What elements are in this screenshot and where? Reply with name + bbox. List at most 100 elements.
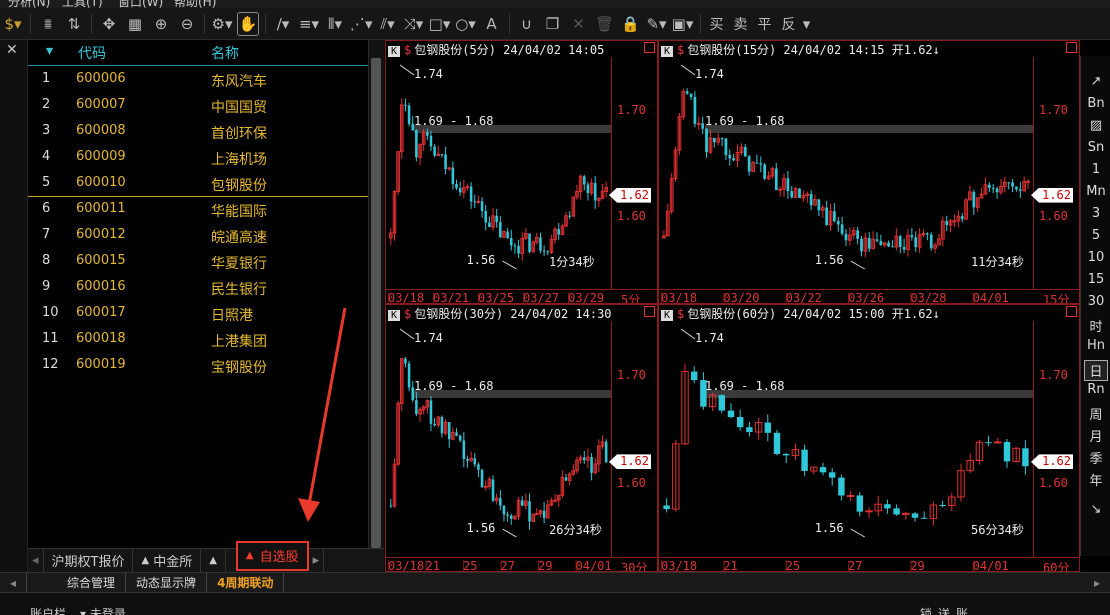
currency-dropdown[interactable]: $ ▾ — [2, 12, 24, 36]
code-column-header[interactable]: 代码 — [78, 43, 106, 65]
save-icon[interactable]: ▣▾ — [672, 12, 694, 36]
period-2[interactable]: 1 — [1081, 162, 1110, 177]
tab-next-icon[interactable]: ▸ — [309, 548, 325, 573]
period-5[interactable]: 5 — [1081, 228, 1110, 243]
range-label: 1.69 - 1.68 — [705, 114, 785, 129]
maximize-icon[interactable] — [644, 306, 655, 317]
circle-tool-icon[interactable]: ○▾ — [455, 12, 477, 36]
tab-more[interactable]: ▲ — [201, 548, 226, 573]
period-7[interactable]: 15 — [1081, 272, 1110, 287]
sort-arrow-icon[interactable]: ▾ — [46, 43, 53, 65]
name-column-header[interactable]: 名称 — [211, 43, 239, 65]
tab-dynamic-board[interactable]: 动态显示牌 — [126, 572, 208, 593]
sell-button[interactable]: 卖 — [731, 12, 751, 36]
more-dropdown-icon[interactable]: ▾ — [803, 12, 811, 36]
magnet-icon[interactable]: ∪ — [516, 12, 538, 36]
list-item[interactable]: 7 600012 皖通高速 — [28, 222, 368, 248]
tab-watchlist[interactable]: ▲ 自选股 — [235, 540, 309, 571]
period-15[interactable]: 季 — [1081, 448, 1110, 467]
stock-name: 日照港 — [211, 308, 253, 324]
account-bar-label[interactable]: 账户栏 — [30, 605, 66, 615]
bottom-tab-prev-icon[interactable]: ◂ — [0, 572, 28, 593]
left-strip: ✕ — [0, 40, 28, 572]
list-item[interactable]: 1 600006 东风汽车 — [28, 66, 368, 92]
list-item[interactable]: 5 600010 包钢股份 — [28, 170, 368, 196]
list-item[interactable]: 9 600016 民生银行 — [28, 274, 368, 300]
zoom-in-icon[interactable]: ⊕ — [150, 12, 172, 36]
menu-tools[interactable]: 工具(T) — [62, 0, 103, 8]
settings-icon[interactable]: ⚙▾ — [211, 12, 233, 36]
list-item[interactable]: 8 600015 华夏银行 — [28, 248, 368, 274]
delete-icon[interactable]: ✕ — [568, 12, 590, 36]
period-3[interactable]: Mn — [1081, 184, 1110, 199]
move-icon[interactable]: ✥ — [98, 12, 120, 36]
rect-tool-icon[interactable]: □▾ — [429, 12, 451, 36]
period-1[interactable]: Sn — [1081, 140, 1110, 155]
period-10[interactable]: Hn — [1081, 338, 1110, 353]
cross-tool-icon[interactable]: ⤨▾ — [403, 12, 425, 36]
period-9[interactable]: 时 — [1081, 316, 1110, 335]
close-panel-icon[interactable]: ✕ — [6, 42, 18, 58]
grid-icon[interactable]: ▦ — [124, 12, 146, 36]
more-periods-icon[interactable]: ↘ — [1081, 502, 1110, 517]
filter-icon[interactable]: ⩩ — [37, 12, 59, 36]
period-16[interactable]: 年 — [1081, 470, 1110, 489]
buy-button[interactable]: 买 — [707, 12, 727, 36]
menu-window[interactable]: 窗口(W) — [118, 0, 163, 8]
stock-code: 600008 — [76, 123, 126, 138]
list-item[interactable]: 2 600007 中国国贸 — [28, 92, 368, 118]
status-btn-send[interactable]: 送 — [938, 605, 950, 615]
chart-panel-5分[interactable]: K $ 包钢股份(5分) 24/04/02 14:05 1.70 1.60 1.62 1.7… — [385, 40, 658, 304]
line-chart-icon[interactable]: ↗ — [1081, 74, 1110, 89]
line-tool-icon[interactable]: ∕▾ — [272, 12, 294, 36]
chart-panel-60分[interactable]: K $ 包钢股份(60分) 24/04/02 15:00 开1.62↓ 1.70 1.6… — [658, 304, 1080, 572]
menu-help[interactable]: 帮助(H) — [174, 0, 216, 8]
tab-four-period[interactable]: 4周期联动 — [207, 572, 285, 593]
countdown-label: 11分34秒 — [971, 255, 1024, 269]
fan-tool-icon[interactable]: ⋰▾ — [350, 12, 373, 36]
vline-tool-icon[interactable]: ⦀▾ — [324, 12, 346, 36]
tab-cffex[interactable]: ▲ 中金所 — [133, 548, 202, 573]
list-item[interactable]: 4 600009 上海机场 — [28, 144, 368, 170]
tab-options-t[interactable]: 沪期权T报价 — [44, 548, 134, 573]
period-14[interactable]: 月 — [1081, 426, 1110, 445]
period-11[interactable]: 日 — [1084, 360, 1108, 381]
stock-name: 东风汽车 — [211, 74, 267, 90]
tab-general-management[interactable]: 综合管理 — [57, 572, 127, 593]
pen-color-icon[interactable]: ✎▾ — [646, 12, 668, 36]
text-tool-icon[interactable]: A — [481, 12, 503, 36]
status-btn-account[interactable]: 账 — [956, 605, 968, 615]
period-6[interactable]: 10 — [1081, 250, 1110, 265]
hline-tool-icon[interactable]: ≡▾ — [298, 12, 320, 36]
lock-icon[interactable]: 🔒 — [620, 12, 642, 36]
scrollbar-thumb[interactable] — [371, 58, 381, 548]
list-item[interactable]: 3 600008 首创环保 — [28, 118, 368, 144]
last-price-label: 1.62 — [609, 454, 651, 470]
chart-panel-30分[interactable]: K $ 包钢股份(30分) 24/04/02 14:30 1.70 1.60 1.62 1.… — [385, 304, 658, 572]
zoom-out-icon[interactable]: ⊖ — [176, 12, 198, 36]
menu-analysis[interactable]: 分析(N) — [8, 0, 50, 8]
hand-icon[interactable]: ✋ — [237, 11, 259, 36]
bottom-tab-next-icon[interactable]: ▸ — [1084, 573, 1110, 593]
trash-icon[interactable]: 🗑 — [594, 12, 616, 36]
maximize-icon[interactable] — [1066, 42, 1077, 53]
sort-icon[interactable]: ⇅ — [63, 12, 85, 36]
list-item[interactable]: 6 600011 华能国际 — [28, 196, 368, 222]
period-0[interactable]: Bn — [1081, 96, 1110, 111]
reverse-button[interactable]: 反 — [779, 12, 799, 36]
candle-chart-icon[interactable]: ▨ — [1081, 118, 1110, 133]
date-tick: 03/22 — [785, 291, 822, 304]
status-btn-lock[interactable]: 锁 — [920, 605, 932, 615]
maximize-icon[interactable] — [1066, 306, 1077, 317]
period-12[interactable]: Rn — [1081, 382, 1110, 397]
chart-panel-15分[interactable]: K $ 包钢股份(15分) 24/04/02 14:15 开1.62↓ 1.70 1.6… — [658, 40, 1080, 304]
channel-tool-icon[interactable]: ⫽▾ — [377, 12, 399, 36]
maximize-icon[interactable] — [644, 42, 655, 53]
close-position-button[interactable]: 平 — [755, 12, 775, 36]
tab-prev-icon[interactable]: ◂ — [28, 548, 44, 573]
copy-icon[interactable]: ❐ — [542, 12, 564, 36]
period-8[interactable]: 30 — [1081, 294, 1110, 309]
row-number: 10 — [42, 305, 59, 320]
period-13[interactable]: 周 — [1081, 404, 1110, 423]
period-4[interactable]: 3 — [1081, 206, 1110, 221]
